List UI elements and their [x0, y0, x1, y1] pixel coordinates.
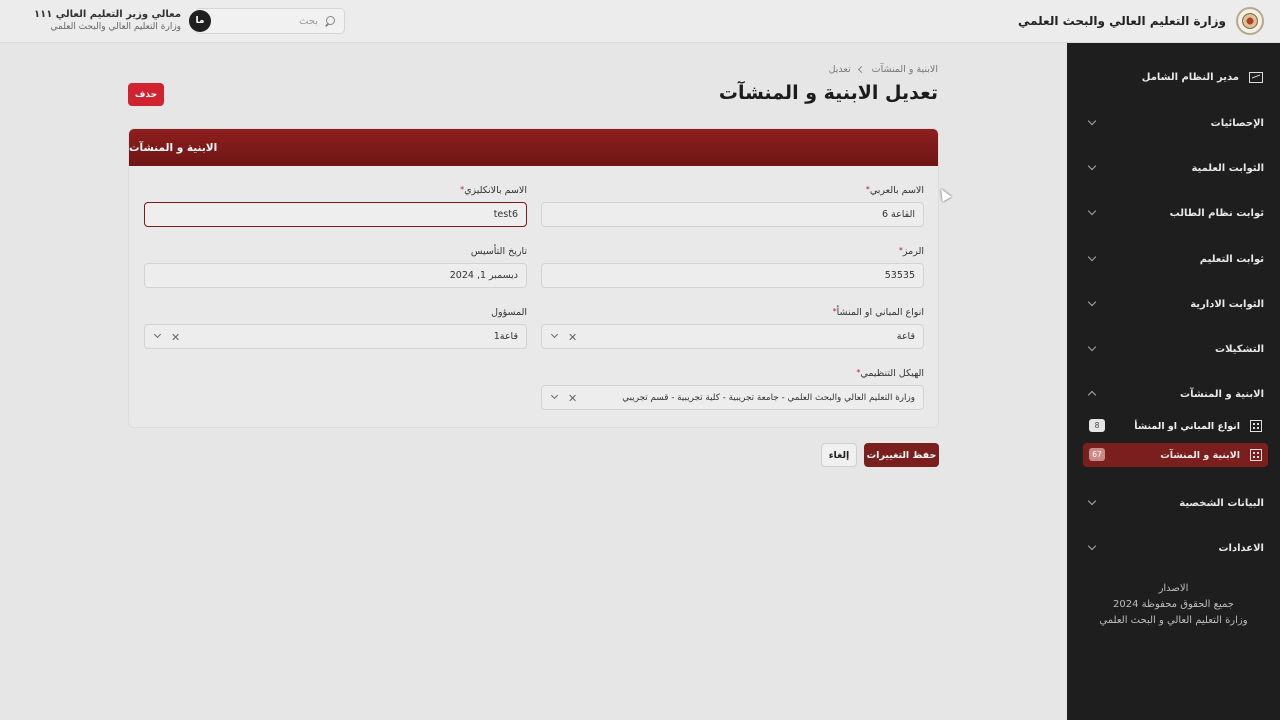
version-text: الاصدار: [1158, 583, 1189, 594]
chevron-down-icon: [1087, 496, 1097, 506]
org-structure-label: الهيكل التنظيمي: [860, 368, 924, 379]
field-responsible: المسؤول قاعة1 ✕: [144, 307, 527, 349]
card-header: الابنية و المنشآت: [129, 129, 938, 166]
search-icon: [324, 15, 336, 27]
chevron-down-icon: [1087, 252, 1097, 262]
brand-title: وزارة التعليم العالي والبحث العلمي: [1017, 14, 1226, 28]
code-input[interactable]: 53535: [541, 263, 924, 288]
responsible-select[interactable]: قاعة1 ✕: [144, 324, 527, 349]
sidebar-footer: الاصدار جميع الحقوق محفوظة 2024 وزارة ال…: [1067, 581, 1280, 629]
org-structure-value: وزارة التعليم العالي والبحث العلمي - جام…: [622, 392, 915, 403]
delete-button[interactable]: حذف: [128, 83, 164, 106]
responsible-label: المسؤول: [491, 307, 527, 318]
chevron-down-icon: [1087, 116, 1097, 126]
sidebar-item-formations[interactable]: التشكيلات: [1067, 339, 1280, 359]
name-ar-label: الاسم بالعربي: [869, 185, 924, 196]
chevron-down-icon: [1087, 206, 1097, 216]
clear-icon[interactable]: ✕: [171, 331, 180, 344]
clear-icon[interactable]: ✕: [568, 392, 577, 405]
sidebar-item-label: البيانات الشخصية: [1179, 497, 1264, 509]
sidebar-item-label: ثوابت التعليم: [1199, 253, 1264, 265]
sidebar-item-settings[interactable]: الاعدادات: [1067, 538, 1280, 558]
field-code: الرمز* 53535: [541, 246, 924, 288]
chevron-down-icon[interactable]: [153, 330, 162, 339]
count-badge: 67: [1089, 448, 1105, 461]
cancel-button[interactable]: إلغاء: [821, 443, 857, 467]
name-ar-input[interactable]: القاعة 6: [541, 202, 924, 227]
field-name-en: الاسم بالانكليزي* test6: [144, 185, 527, 227]
building-type-label: انواع المباني او المنشأ: [836, 307, 924, 318]
sidebar-item-label: الثوابت العلمية: [1191, 162, 1264, 174]
founded-date-input[interactable]: ديسمبر 1, 2024: [144, 263, 527, 288]
field-name-ar: الاسم بالعربي* القاعة 6: [541, 185, 924, 227]
chevron-down-icon: [1087, 297, 1097, 307]
copyright-text: جميع الحقوق محفوظة 2024: [1113, 599, 1234, 610]
sidebar-item-education-constants[interactable]: ثوابت التعليم: [1067, 249, 1280, 269]
sidebar-item-buildings[interactable]: الابنية و المنشآت: [1067, 384, 1280, 404]
name-en-input[interactable]: test6: [144, 202, 527, 227]
chevron-left-icon: [857, 65, 865, 74]
breadcrumb: الابنية و المنشآت تعديل: [829, 64, 938, 75]
user-name: معالي وزير التعليم العالي ١١١: [34, 9, 182, 20]
count-badge: 8: [1089, 419, 1105, 432]
sidebar-item-label: الثوابت الادارية: [1190, 298, 1264, 310]
sidebar-subitem-label: انواع المباني او المنشأ: [1134, 420, 1240, 432]
form-card: الابنية و المنشآت الاسم بالعربي* القاعة …: [128, 128, 939, 428]
building-type-value: قاعة: [896, 331, 915, 342]
code-label: الرمز: [902, 246, 924, 257]
user-org: وزارة التعليم العالي والبحث العلمي: [50, 22, 182, 32]
chevron-down-icon: [1087, 342, 1097, 352]
top-header: وزارة التعليم العالي والبحث العلمي بحث م…: [0, 0, 1280, 43]
breadcrumb-buildings[interactable]: الابنية و المنشآت: [872, 64, 938, 75]
search-placeholder: بحث: [298, 15, 318, 27]
founded-label: تاريخ التأسيس: [470, 246, 527, 257]
org-structure-select[interactable]: وزارة التعليم العالي والبحث العلمي - جام…: [541, 385, 924, 410]
clear-icon[interactable]: ✕: [568, 331, 577, 344]
sidebar-item-label: مدير النظام الشامل: [1141, 71, 1239, 83]
brand[interactable]: وزارة التعليم العالي والبحث العلمي: [1018, 7, 1264, 35]
save-button[interactable]: حفظ التغييرات: [864, 443, 939, 467]
name-en-label: الاسم بالانكليزي: [464, 185, 527, 196]
responsible-value: قاعة1: [493, 331, 518, 342]
sidebar-item-label: الابنية و المنشآت: [1180, 388, 1264, 400]
ministry-text: وزارة التعليم العالي و البحث العلمي: [1099, 615, 1248, 626]
chevron-down-icon: [1087, 541, 1097, 551]
field-founded-date: تاريخ التأسيس ديسمبر 1, 2024: [144, 246, 527, 288]
sidebar-item-scientific-constants[interactable]: الثوابت العلمية: [1067, 158, 1280, 178]
building-icon: [1250, 449, 1262, 461]
sidebar: مدير النظام الشامل الإحصائيات الثوابت ال…: [1067, 43, 1280, 720]
breadcrumb-edit: تعديل: [828, 64, 851, 75]
sidebar-subitem-label: الابنية و المنشآت: [1160, 449, 1240, 461]
page-title: تعديل الابنية و المنشآت: [718, 82, 938, 104]
sidebar-item-label: التشكيلات: [1215, 343, 1264, 355]
search-input[interactable]: بحث: [195, 8, 345, 34]
field-building-type: انواع المباني او المنشأ* قاعة ✕: [541, 307, 924, 349]
avatar[interactable]: ما: [189, 9, 212, 32]
sidebar-item-admin-constants[interactable]: الثوابت الادارية: [1067, 294, 1280, 314]
sidebar-item-student-constants[interactable]: ثوابت نظام الطالب: [1067, 203, 1280, 223]
card-title: الابنية و المنشآت: [129, 141, 218, 154]
sidebar-item-system-admin[interactable]: مدير النظام الشامل: [1067, 67, 1280, 87]
ministry-logo-icon: [1236, 7, 1264, 35]
sidebar-subitem-buildings[interactable]: الابنية و المنشآت 67: [1083, 443, 1268, 467]
sidebar-item-label: الإحصائيات: [1210, 117, 1264, 129]
chevron-up-icon: [1087, 390, 1097, 400]
field-org-structure: الهيكل التنظيمي* وزارة التعليم العالي وا…: [541, 368, 924, 410]
building-type-select[interactable]: قاعة ✕: [541, 324, 924, 349]
building-icon: [1250, 420, 1262, 432]
sidebar-item-label: ثوابت نظام الطالب: [1169, 207, 1264, 219]
sidebar-item-label: الاعدادات: [1218, 542, 1264, 554]
chevron-down-icon[interactable]: [550, 391, 559, 400]
chevron-down-icon[interactable]: [550, 330, 559, 339]
chart-icon: [1249, 71, 1263, 83]
chevron-down-icon: [1087, 161, 1097, 171]
sidebar-subitem-building-types[interactable]: انواع المباني او المنشأ 8: [1083, 414, 1268, 438]
sidebar-item-personal-data[interactable]: البيانات الشخصية: [1067, 493, 1280, 513]
user-menu[interactable]: ما معالي وزير التعليم العالي ١١١ وزارة ا…: [34, 9, 212, 32]
sidebar-item-statistics[interactable]: الإحصائيات: [1067, 113, 1280, 133]
